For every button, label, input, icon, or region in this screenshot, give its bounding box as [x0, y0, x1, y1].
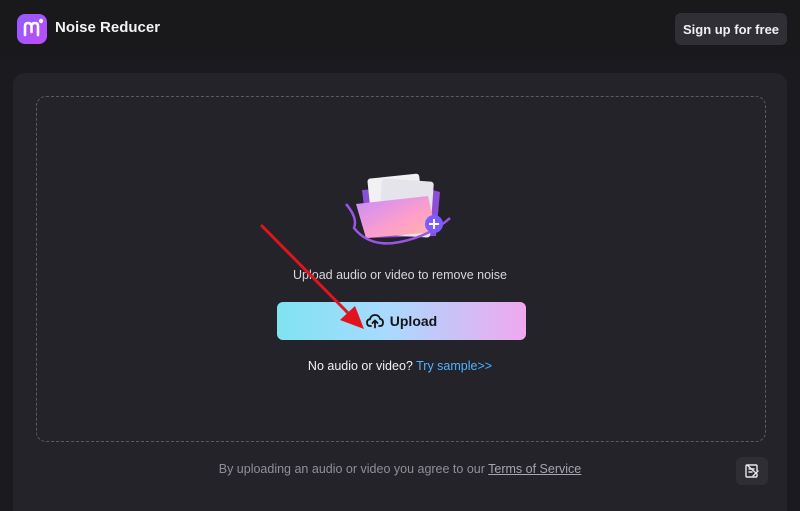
terms-notice: By uploading an audio or video you agree…	[0, 462, 800, 476]
feedback-icon	[745, 464, 759, 478]
sample-prefix-text: No audio or video?	[307, 359, 413, 373]
folder-illustration-icon	[345, 173, 451, 245]
upload-button-label: Upload	[389, 313, 438, 329]
try-sample-link[interactable]: Try sample>>	[416, 359, 492, 373]
terms-of-service-link[interactable]: Terms of Service	[488, 462, 581, 476]
top-bar: Noise Reducer Sign up for free	[0, 0, 800, 57]
app-logo-icon[interactable]	[17, 14, 47, 44]
cloud-upload-icon	[365, 314, 384, 329]
upload-hint-text: Upload audio or video to remove noise	[292, 268, 508, 282]
upload-button[interactable]: Upload	[277, 302, 526, 340]
terms-prefix-text: By uploading an audio or video you agree…	[218, 462, 485, 476]
sign-up-button[interactable]: Sign up for free	[675, 13, 787, 45]
sample-prompt: No audio or video? Try sample>>	[0, 359, 800, 373]
app-title: Noise Reducer	[55, 19, 161, 36]
feedback-button[interactable]	[736, 457, 768, 485]
